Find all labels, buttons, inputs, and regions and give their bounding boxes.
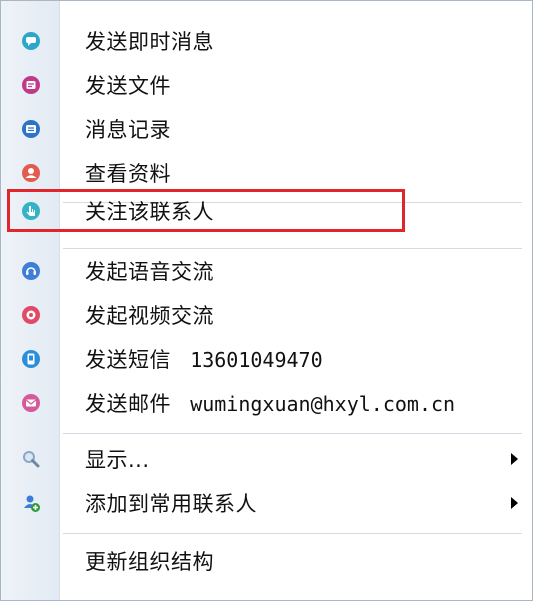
chat-icon xyxy=(21,31,41,51)
add-contact-icon xyxy=(21,493,41,513)
menu-item-label: 发送短信 13601049470 xyxy=(85,344,323,374)
menu-item-label: 发送邮件 wumingxuan@hxyl.com.cn xyxy=(85,388,455,418)
menu-separator xyxy=(63,533,522,534)
menu-item-label: 发送即时消息 xyxy=(85,30,214,54)
menu-item-start-video-chat[interactable]: 发起视频交流 xyxy=(1,293,532,337)
menu-item-send-sms[interactable]: 发送短信 13601049470 xyxy=(1,337,532,381)
history-icon xyxy=(21,119,41,139)
menu-separator xyxy=(63,433,522,434)
phone-number: 13601049470 xyxy=(190,348,323,372)
menu-item-message-history[interactable]: 消息记录 xyxy=(1,107,532,151)
magnifier-icon xyxy=(21,449,41,469)
submenu-arrow-icon xyxy=(511,497,518,509)
mail-icon xyxy=(21,393,41,413)
context-menu: 发送即时消息 发送文件 消息记录 查看资料 关注该联系人 发起语音交流 发起视频… xyxy=(0,0,533,601)
highlight-box xyxy=(7,189,405,232)
email-address: wumingxuan@hxyl.com.cn xyxy=(190,392,456,416)
menu-item-label: 添加到常用联系人 xyxy=(85,492,257,516)
voice-icon xyxy=(21,261,41,281)
submenu-arrow-icon xyxy=(511,453,518,465)
video-icon xyxy=(21,305,41,325)
menu-item-send-file[interactable]: 发送文件 xyxy=(1,63,532,107)
menu-item-label: 发起视频交流 xyxy=(85,304,214,328)
menu-item-send-instant-message[interactable]: 发送即时消息 xyxy=(1,19,532,63)
menu-item-label: 发送文件 xyxy=(85,74,171,98)
menu-item-label: 发起语音交流 xyxy=(85,260,214,284)
file-icon xyxy=(21,75,41,95)
menu-item-start-voice-chat[interactable]: 发起语音交流 xyxy=(1,249,532,293)
menu-item-text: 发送短信 xyxy=(85,348,171,372)
menu-item-add-to-favorites[interactable]: 添加到常用联系人 xyxy=(1,481,532,525)
menu-item-send-email[interactable]: 发送邮件 wumingxuan@hxyl.com.cn xyxy=(1,381,532,425)
menu-item-label: 显示... xyxy=(85,448,150,472)
menu-item-label: 消息记录 xyxy=(85,118,171,142)
menu-item-label: 查看资料 xyxy=(85,162,171,186)
profile-icon xyxy=(21,163,41,183)
menu-item-display[interactable]: 显示... xyxy=(1,437,532,481)
sms-icon xyxy=(21,349,41,369)
menu-item-update-org-structure[interactable]: 更新组织结构 xyxy=(1,539,532,583)
menu-item-text: 发送邮件 xyxy=(85,392,171,416)
menu-item-label: 更新组织结构 xyxy=(85,550,214,574)
